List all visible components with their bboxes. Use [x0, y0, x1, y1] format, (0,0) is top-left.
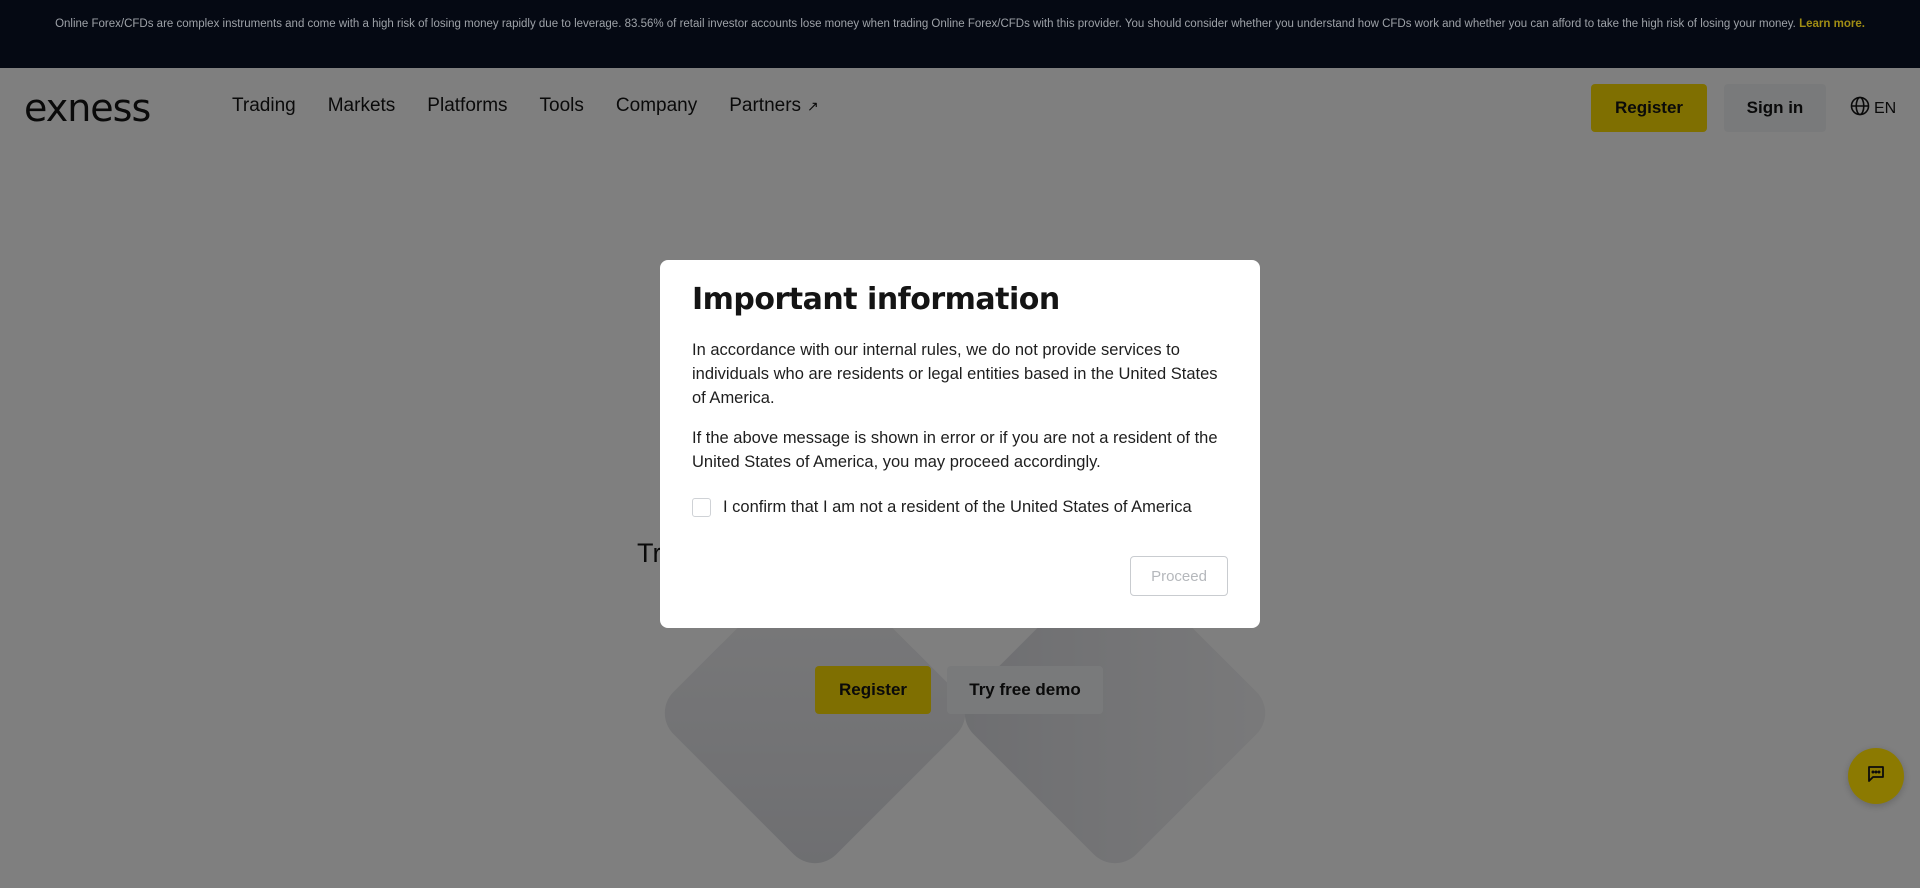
proceed-button[interactable]: Proceed — [1130, 556, 1228, 596]
risk-warning-banner: Online Forex/CFDs are complex instrument… — [0, 0, 1920, 68]
confirm-residency-checkbox[interactable] — [692, 498, 711, 517]
chat-bubble-icon — [1866, 764, 1886, 789]
risk-warning-text: Online Forex/CFDs are complex instrument… — [55, 18, 1800, 30]
dialog-title: Important information — [692, 282, 1060, 317]
important-information-dialog: Important information In accordance with… — [660, 260, 1260, 628]
dialog-paragraph-proceed: If the above message is shown in error o… — [692, 429, 1218, 471]
chat-button[interactable] — [1848, 748, 1904, 804]
dialog-paragraph-restriction: In accordance with our internal rules, w… — [692, 341, 1218, 407]
learn-more-link[interactable]: Learn more. — [1799, 18, 1865, 30]
confirm-residency-label[interactable]: I confirm that I am not a resident of th… — [723, 498, 1192, 517]
confirm-residency-row[interactable]: I confirm that I am not a resident of th… — [692, 498, 1228, 517]
